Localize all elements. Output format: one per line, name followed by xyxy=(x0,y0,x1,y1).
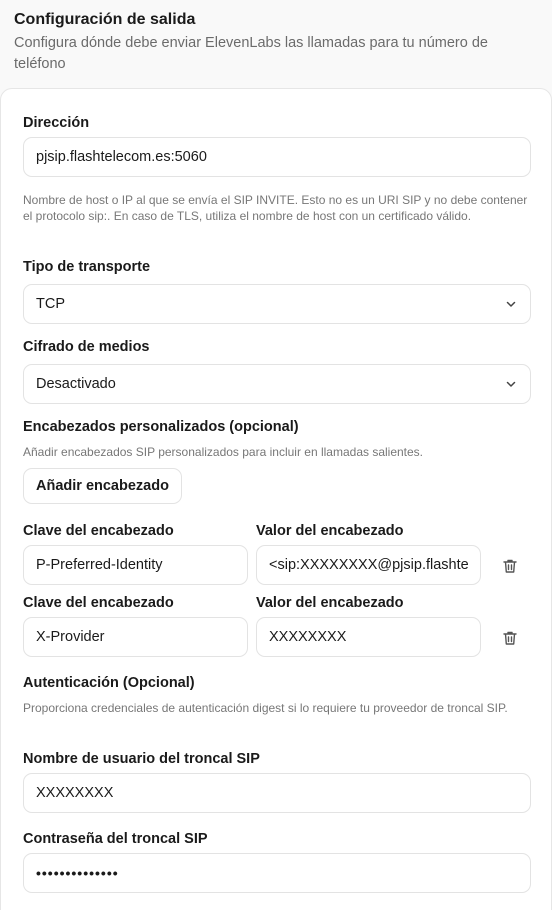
transport-label: Tipo de transporte xyxy=(23,259,151,275)
address-input[interactable]: pjsip.flashtelecom.es:5060 xyxy=(23,137,531,177)
encryption-value: Desactivado xyxy=(36,376,116,392)
custom-headers-label: Encabezados personalizados (opcional) xyxy=(23,419,299,435)
trash-icon[interactable] xyxy=(500,628,520,648)
header-key-input[interactable]: P-Preferred-Identity xyxy=(23,545,248,585)
sip-username-input[interactable]: XXXXXXXX xyxy=(23,773,531,813)
header-value-label: Valor del encabezado xyxy=(256,595,404,611)
sip-password-input[interactable]: •••••••••••••• xyxy=(23,853,531,893)
sip-password-value: •••••••••••••• xyxy=(36,865,119,881)
transport-select[interactable]: TCP xyxy=(23,284,531,324)
chevron-down-icon xyxy=(504,377,518,391)
header-key-label: Clave del encabezado xyxy=(23,595,174,611)
section-description: Configura dónde debe enviar ElevenLabs l… xyxy=(14,35,488,72)
address-help: Nombre de host o IP al que se envía el S… xyxy=(23,193,528,223)
auth-label: Autenticación (Opcional) xyxy=(23,675,195,691)
encryption-select[interactable]: Desactivado xyxy=(23,364,531,404)
add-header-button[interactable]: Añadir encabezado xyxy=(23,468,182,504)
auth-help: Proporciona credenciales de autenticació… xyxy=(23,701,508,715)
header-value-input[interactable]: <sip:XXXXXXXX@pjsip.flashtelecom.es> xyxy=(256,545,481,585)
address-value: pjsip.flashtelecom.es:5060 xyxy=(36,149,207,165)
header-key-value: X-Provider xyxy=(36,629,105,645)
header-key-input[interactable]: X-Provider xyxy=(23,617,248,657)
encryption-label: Cifrado de medios xyxy=(23,339,150,355)
section-header: Configuración de salida Configura dónde … xyxy=(14,10,534,75)
header-value-input[interactable]: XXXXXXXX xyxy=(256,617,481,657)
chevron-down-icon xyxy=(504,297,518,311)
trash-icon[interactable] xyxy=(500,556,520,576)
header-key-label: Clave del encabezado xyxy=(23,523,174,539)
header-value-value: XXXXXXXX xyxy=(269,629,347,645)
custom-headers-help: Añadir encabezados SIP personalizados pa… xyxy=(23,445,424,459)
header-value-value: <sip:XXXXXXXX@pjsip.flashtelecom.es> xyxy=(269,557,468,573)
section-title: Configuración de salida xyxy=(14,11,196,28)
sip-username-label: Nombre de usuario del troncal SIP xyxy=(23,751,260,767)
sip-username-value: XXXXXXXX xyxy=(36,785,114,801)
sip-password-label: Contraseña del troncal SIP xyxy=(23,831,208,847)
header-value-label: Valor del encabezado xyxy=(256,523,404,539)
transport-value: TCP xyxy=(36,296,65,312)
header-key-value: P-Preferred-Identity xyxy=(36,557,163,573)
address-label: Dirección xyxy=(23,115,90,131)
